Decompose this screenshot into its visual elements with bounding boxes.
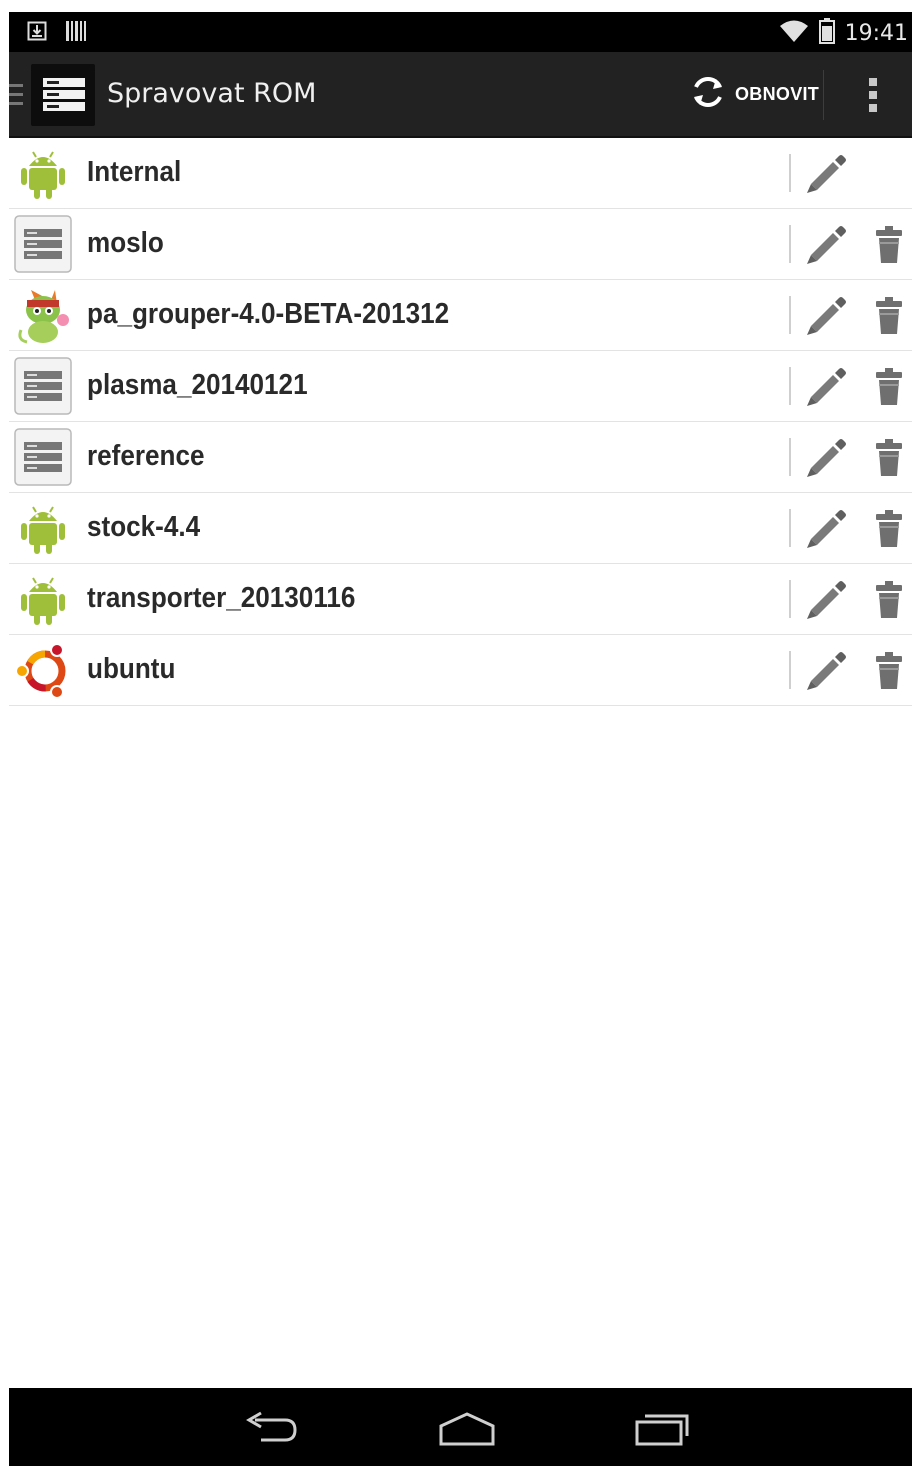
action-bar-divider	[823, 70, 824, 120]
delete-rom-trash-icon[interactable]	[875, 438, 903, 478]
recents-icon[interactable]	[633, 1408, 693, 1448]
android-icon	[13, 144, 73, 202]
paranoid-android-icon	[13, 286, 73, 344]
status-bar: 19:41	[9, 12, 912, 52]
edit-rom-pencil-icon[interactable]	[803, 294, 847, 336]
delete-rom-trash-icon[interactable]	[875, 296, 903, 336]
row-divider	[789, 651, 791, 689]
edit-rom-pencil-icon[interactable]	[803, 578, 847, 620]
back-icon[interactable]	[241, 1408, 301, 1448]
status-clock: 19:41	[844, 21, 908, 46]
row-divider	[789, 509, 791, 547]
rom-row[interactable]: stock-4.4	[9, 493, 912, 564]
rom-row[interactable]: Internal	[9, 138, 912, 209]
ubuntu-icon	[13, 641, 73, 699]
home-icon[interactable]	[437, 1408, 497, 1448]
rom-name: plasma_20140121	[87, 369, 308, 401]
page-title: Spravovat ROM	[107, 78, 317, 109]
delete-rom-trash-icon[interactable]	[875, 367, 903, 407]
rom-row[interactable]: moslo	[9, 209, 912, 280]
device-screen: 19:41 Spravovat ROM OBNOVIT Internal mos…	[9, 12, 912, 1466]
overflow-menu-icon[interactable]	[865, 76, 881, 116]
edit-rom-pencil-icon[interactable]	[803, 507, 847, 549]
rom-row[interactable]: ubuntu	[9, 635, 912, 706]
battery-icon	[818, 18, 835, 49]
edit-rom-pencil-icon[interactable]	[803, 223, 847, 265]
rom-row[interactable]: transporter_20130116	[9, 564, 912, 635]
drawer-icon[interactable]	[9, 82, 23, 113]
rom-name: transporter_20130116	[87, 582, 356, 614]
generic-rom-icon	[13, 357, 73, 415]
rom-name: Internal	[87, 156, 182, 188]
wifi-icon	[779, 19, 809, 48]
download-icon	[27, 21, 47, 46]
barcode-icon	[65, 20, 87, 47]
rom-list: Internal moslo pa_grouper-4.0-BETA-201312p…	[9, 138, 912, 706]
edit-rom-pencil-icon[interactable]	[803, 365, 847, 407]
navigation-bar	[9, 1388, 912, 1466]
rom-name: moslo	[87, 227, 164, 259]
refresh-icon	[689, 73, 727, 116]
generic-rom-icon	[13, 428, 73, 486]
row-divider	[789, 580, 791, 618]
rom-row[interactable]: pa_grouper-4.0-BETA-201312	[9, 280, 912, 351]
edit-rom-pencil-icon[interactable]	[803, 436, 847, 478]
rom-name: pa_grouper-4.0-BETA-201312	[87, 298, 450, 330]
rom-row[interactable]: reference	[9, 422, 912, 493]
android-icon	[13, 570, 73, 628]
rom-name: stock-4.4	[87, 511, 201, 543]
row-divider	[789, 438, 791, 476]
edit-rom-pencil-icon[interactable]	[803, 649, 847, 691]
refresh-button[interactable]: OBNOVIT	[689, 72, 819, 116]
android-icon	[13, 499, 73, 557]
delete-rom-trash-icon[interactable]	[875, 651, 903, 691]
row-divider	[789, 154, 791, 192]
delete-rom-trash-icon[interactable]	[875, 580, 903, 620]
delete-rom-trash-icon[interactable]	[875, 225, 903, 265]
rom-row[interactable]: plasma_20140121	[9, 351, 912, 422]
rom-name: reference	[87, 440, 205, 472]
delete-rom-trash-icon[interactable]	[875, 509, 903, 549]
generic-rom-icon	[13, 215, 73, 273]
action-bar: Spravovat ROM OBNOVIT	[9, 52, 912, 138]
rom-name: ubuntu	[87, 653, 176, 685]
row-divider	[789, 367, 791, 405]
edit-rom-pencil-icon[interactable]	[803, 152, 847, 194]
rom-manager-app-icon[interactable]	[31, 64, 95, 126]
screen-frame	[0, 0, 9, 1466]
row-divider	[789, 225, 791, 263]
row-divider	[789, 296, 791, 334]
refresh-label: OBNOVIT	[735, 83, 820, 104]
